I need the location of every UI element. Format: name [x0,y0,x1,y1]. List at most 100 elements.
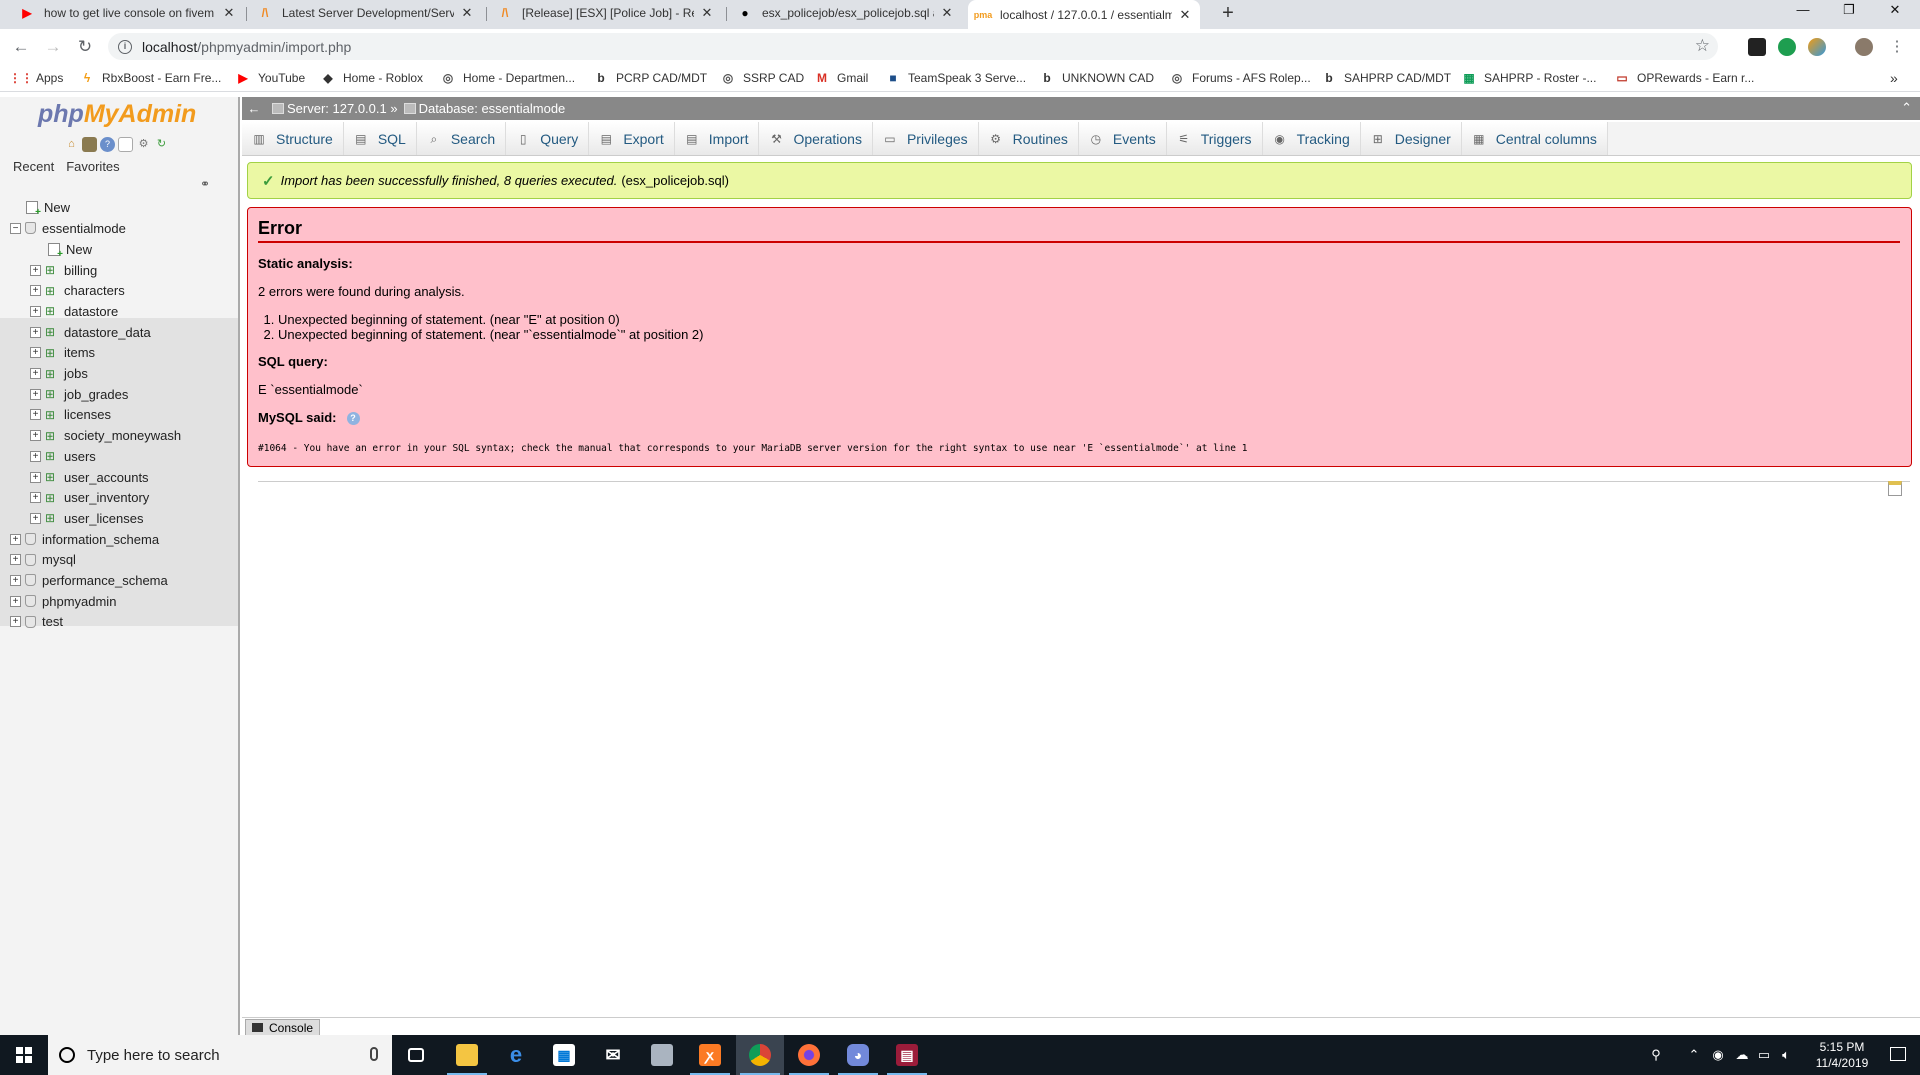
avatar[interactable] [1855,38,1873,56]
volume-icon[interactable]: 🔈︎ [1778,1047,1794,1063]
breadcrumb-server[interactable]: Server: 127.0.0.1 » [287,101,398,116]
tab-recent[interactable]: Recent [9,159,59,174]
close-icon[interactable]: ✕ [700,5,714,21]
bookmark-item[interactable]: ◎ Home - Departmen... [441,69,575,87]
taskbar-edge[interactable]: e [492,1035,540,1075]
tree-table-jobs[interactable]: + ⊞ jobs [30,364,88,384]
green-extension-icon[interactable] [1778,38,1796,56]
tree-table-users[interactable]: + ⊞ users [30,446,96,466]
help-icon[interactable]: ? [346,412,360,426]
tab-routines[interactable]: ⚙ Routines [978,122,1079,155]
bookmark-item[interactable]: ◆ Home - Roblox [321,69,423,87]
tab-import[interactable]: ▤ Import [674,122,760,155]
tab-export[interactable]: ▤ Export [589,122,675,155]
bookmark-item[interactable]: ϟ RbxBoost - Earn Fre... [80,69,222,87]
bookmark-item[interactable]: ▦ SAHPRP - Roster -... [1462,69,1596,87]
collapse-icon[interactable]: ⌃ [1901,100,1912,116]
tree-table-datastore-data[interactable]: + ⊞ datastore_data [30,322,151,342]
console-toggle[interactable]: Console [245,1019,321,1036]
tree-table-characters[interactable]: + ⊞ characters [30,281,125,301]
tab-privileges[interactable]: ▭ Privileges [872,122,979,155]
close-window-button[interactable]: ✕ [1872,0,1918,22]
close-icon[interactable]: ✕ [460,5,474,21]
expand-icon[interactable]: + [30,368,41,379]
network-icon[interactable]: ▭ [1756,1047,1772,1063]
bookmark-item[interactable]: ◎ SSRP CAD [721,69,804,87]
bookmark-item[interactable]: ◎ Forums - AFS Rolep... [1170,69,1311,87]
minimize-button[interactable]: — [1780,0,1826,22]
tree-db-test[interactable]: + test [10,612,63,632]
expand-icon[interactable]: + [30,388,41,400]
bookmark-item[interactable]: M Gmail [815,69,868,87]
star-icon[interactable]: ☆ [1695,36,1710,56]
reload-icon[interactable]: ↻ [154,137,169,152]
tab-operations[interactable]: ⚒ Operations [759,122,873,155]
microphone-icon[interactable] [370,1047,378,1061]
docs-icon[interactable] [118,137,133,152]
link-chain-icon[interactable]: ⚭ [200,177,210,191]
people-icon[interactable]: ⚲ [1648,1047,1664,1063]
tab-search[interactable]: ⌕ Search [416,122,507,155]
tree-table-job-grades[interactable]: + ⊞ job_grades [30,384,128,404]
taskbar-firefox[interactable] [785,1035,833,1075]
tree-db-mysql[interactable]: + mysql [10,550,76,570]
expand-icon[interactable]: + [30,430,41,442]
onedrive-icon[interactable]: ☁ [1734,1047,1750,1063]
expand-icon[interactable]: + [30,409,41,421]
expand-icon[interactable]: + [30,264,41,276]
taskbar-search[interactable]: Type here to search [48,1035,392,1075]
close-icon[interactable]: ✕ [1178,7,1192,23]
bookmarks-overflow-icon[interactable]: » [1890,69,1898,87]
expand-icon[interactable]: + [10,574,21,586]
tab-structure[interactable]: ▥ Structure [242,122,344,155]
page-settings-icon[interactable] [1888,481,1902,496]
bookmark-item[interactable]: ▶ YouTube [236,69,305,87]
tree-new-database[interactable]: New [26,197,70,218]
back-arrow-icon[interactable]: ← [242,101,266,116]
tree-db-performance-schema[interactable]: + performance_schema [10,570,168,590]
expand-icon[interactable]: + [30,471,41,483]
tree-table-user-inventory[interactable]: + ⊞ user_inventory [30,488,149,508]
tab-designer[interactable]: ⊞ Designer [1360,122,1462,155]
expand-icon[interactable]: + [10,595,21,607]
taskbar-mail[interactable]: ✉ [589,1035,637,1075]
bookmark-item[interactable]: b UNKNOWN CAD [1040,69,1154,87]
tab-tracking[interactable]: ◉ Tracking [1262,122,1361,155]
expand-icon[interactable]: + [10,554,21,566]
gear-icon[interactable]: ⚙ [136,137,151,152]
notifications-icon[interactable] [1890,1047,1906,1061]
browser-tab[interactable]: ▶ how to get live console on fivem ✕ [12,0,244,25]
bookmark-item[interactable]: b SAHPRP CAD/MDT [1322,69,1451,87]
expand-icon[interactable]: + [10,616,21,628]
taskbar-xampp[interactable]: ꭗ [686,1035,734,1075]
expand-icon[interactable]: + [30,512,41,524]
expand-icon[interactable]: + [30,326,41,338]
reload-icon[interactable]: ↻ [72,34,98,60]
tree-table-user-accounts[interactable]: + ⊞ user_accounts [30,467,149,487]
logout-icon[interactable] [82,137,97,152]
close-icon[interactable]: ✕ [222,5,236,21]
colorful-extension-icon[interactable] [1808,38,1826,56]
browser-tab[interactable]: /\ [Release] [ESX] [Police Job] - Rele ✕ [490,0,722,25]
tree-table-billing[interactable]: + ⊞ billing [30,260,97,280]
collapse-icon[interactable]: − [10,222,21,234]
menu-dots-icon[interactable]: ⋮ [1884,34,1910,60]
chevron-up-icon[interactable]: ⌃ [1686,1047,1702,1063]
tab-favorites[interactable]: Favorites [62,159,124,174]
tree-table-society-moneywash[interactable]: + ⊞ society_moneywash [30,426,181,446]
taskbar-winrar[interactable]: ▤ [883,1035,931,1075]
tree-db-information-schema[interactable]: + information_schema [10,529,159,549]
phpmyadmin-logo[interactable]: phpMyAdmin [38,100,196,129]
taskbar-app[interactable] [638,1035,686,1075]
address-bar[interactable]: i localhost/phpmyadmin/import.php ☆ [108,33,1718,60]
clock[interactable]: 5:15 PM 11/4/2019 [1812,1039,1872,1071]
tree-db-phpmyadmin[interactable]: + phpmyadmin [10,591,116,611]
back-arrow-icon[interactable]: ← [8,34,34,60]
breadcrumb-database[interactable]: Database: essentialmode [419,101,566,116]
taskbar-chrome[interactable] [736,1035,784,1075]
expand-icon[interactable]: + [30,305,41,317]
tab-sql[interactable]: ▤ SQL [343,122,417,155]
tree-table-user-licenses[interactable]: + ⊞ user_licenses [30,508,144,528]
tab-query[interactable]: ▯ Query [506,122,590,155]
expand-icon[interactable]: + [30,347,41,359]
